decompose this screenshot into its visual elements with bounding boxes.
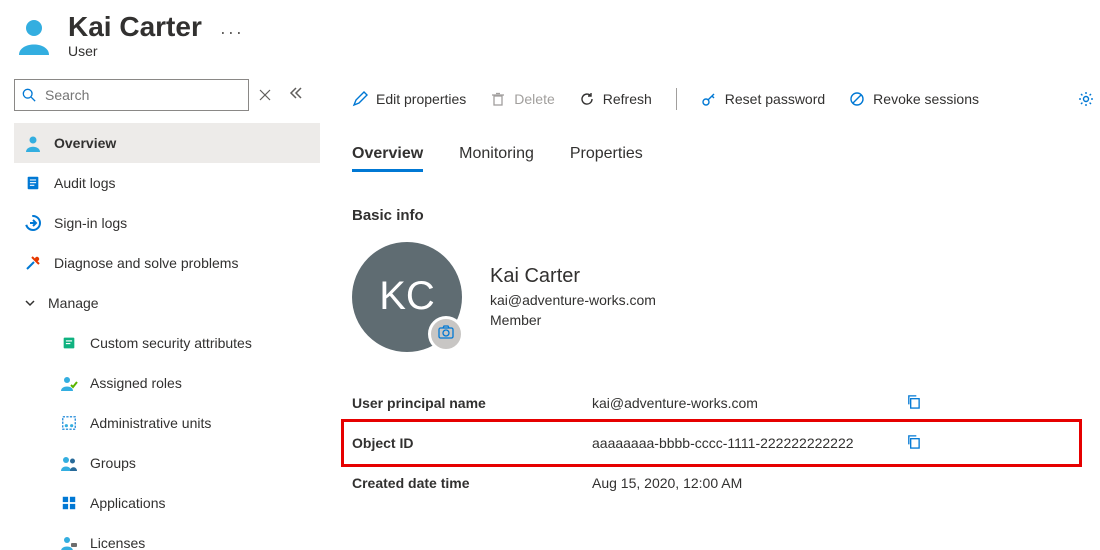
collapse-sidebar-button[interactable] [289, 86, 303, 103]
sidebar-item-label: Administrative units [90, 415, 211, 431]
sidebar-item-label: Audit logs [54, 175, 115, 191]
sidebar-item-assigned-roles[interactable]: Assigned roles [14, 363, 320, 403]
field-value: Aug 15, 2020, 12:00 AM [592, 475, 892, 491]
trash-icon [490, 91, 506, 107]
basic-info-section-title: Basic info [352, 207, 1100, 224]
sidebar-item-licenses[interactable]: Licenses [14, 523, 320, 550]
sidebar-item-label: Applications [90, 495, 166, 511]
person-icon [24, 134, 42, 152]
tool-label: Delete [514, 91, 554, 107]
copy-icon [906, 396, 921, 412]
revoke-sessions-button[interactable]: Revoke sessions [849, 91, 979, 107]
page-title: Kai Carter [68, 12, 202, 43]
tool-label: Refresh [603, 91, 652, 107]
field-label: User principal name [352, 395, 592, 411]
tab-strip: Overview Monitoring Properties [352, 145, 1100, 173]
sidebar-group-label: Manage [48, 295, 99, 311]
grid-icon [60, 414, 78, 432]
copy-icon [906, 436, 921, 452]
gear-icon [1078, 91, 1094, 107]
tab-properties[interactable]: Properties [570, 145, 643, 172]
tab-monitoring[interactable]: Monitoring [459, 145, 534, 172]
page-subtitle: User [68, 43, 202, 59]
sidebar-item-groups[interactable]: Groups [14, 443, 320, 483]
sidebar-item-custom-security[interactable]: Custom security attributes [14, 323, 320, 363]
key-icon [701, 91, 717, 107]
avatar: KC [352, 242, 462, 352]
sidebar-item-label: Sign-in logs [54, 215, 127, 231]
person-icon [14, 15, 54, 55]
sidebar-item-label: Custom security attributes [90, 335, 252, 351]
sidebar-item-label: Groups [90, 455, 136, 471]
person-check-icon [60, 374, 78, 392]
change-photo-button[interactable] [428, 316, 464, 352]
tool-label: Edit properties [376, 91, 466, 107]
delete-button: Delete [490, 91, 554, 107]
sidebar-item-label: Licenses [90, 535, 145, 550]
badge-icon [60, 334, 78, 352]
clear-search-button[interactable] [259, 89, 271, 101]
sidebar-item-applications[interactable]: Applications [14, 483, 320, 523]
field-object-id: Object ID aaaaaaaa-bbbb-cccc-1111-222222… [344, 422, 1079, 464]
profile-user-type: Member [490, 312, 656, 328]
field-created-date: Created date time Aug 15, 2020, 12:00 AM [352, 464, 1100, 502]
sidebar: Overview Audit logs Sign-in logs [0, 79, 320, 550]
tools-icon [24, 254, 42, 272]
field-value: aaaaaaaa-bbbb-cccc-1111-222222222222 [592, 435, 892, 451]
sidebar-item-overview[interactable]: Overview [14, 123, 320, 163]
edit-properties-button[interactable]: Edit properties [352, 91, 466, 107]
sidebar-item-admin-units[interactable]: Administrative units [14, 403, 320, 443]
separator [676, 88, 677, 110]
apps-icon [60, 494, 78, 512]
field-label: Object ID [352, 435, 592, 451]
people-icon [60, 454, 78, 472]
sidebar-group-manage[interactable]: Manage [14, 283, 320, 323]
refresh-icon [579, 91, 595, 107]
sidebar-item-diagnose[interactable]: Diagnose and solve problems [14, 243, 320, 283]
signin-icon [24, 214, 42, 232]
tool-label: Revoke sessions [873, 91, 979, 107]
command-bar: Edit properties Delete Refresh [352, 79, 1100, 119]
settings-button[interactable] [1078, 91, 1094, 107]
sidebar-item-label: Diagnose and solve problems [54, 255, 238, 271]
field-user-principal-name: User principal name kai@adventure-works.… [352, 384, 1100, 422]
sidebar-item-label: Overview [54, 135, 116, 151]
refresh-button[interactable]: Refresh [579, 91, 652, 107]
profile-email: kai@adventure-works.com [490, 292, 656, 308]
page-header: Kai Carter User ··· [0, 0, 1100, 61]
chevron-down-icon [24, 297, 36, 309]
block-icon [849, 91, 865, 107]
tool-label: Reset password [725, 91, 825, 107]
sidebar-item-signin-logs[interactable]: Sign-in logs [14, 203, 320, 243]
sidebar-item-label: Assigned roles [90, 375, 182, 391]
search-input[interactable] [14, 79, 249, 111]
copy-button[interactable] [906, 434, 921, 452]
profile-display-name: Kai Carter [490, 265, 656, 288]
more-actions-button[interactable]: ··· [220, 22, 244, 43]
main-content: Edit properties Delete Refresh [320, 79, 1100, 550]
reset-password-button[interactable]: Reset password [701, 91, 825, 107]
copy-button[interactable] [906, 394, 921, 412]
tab-overview[interactable]: Overview [352, 145, 423, 172]
sidebar-item-audit-logs[interactable]: Audit logs [14, 163, 320, 203]
field-value: kai@adventure-works.com [592, 395, 892, 411]
search-icon [22, 88, 36, 102]
person-badge-icon [60, 534, 78, 550]
pencil-icon [352, 91, 368, 107]
notebook-icon [24, 174, 42, 192]
field-label: Created date time [352, 475, 592, 491]
camera-icon [437, 323, 455, 344]
